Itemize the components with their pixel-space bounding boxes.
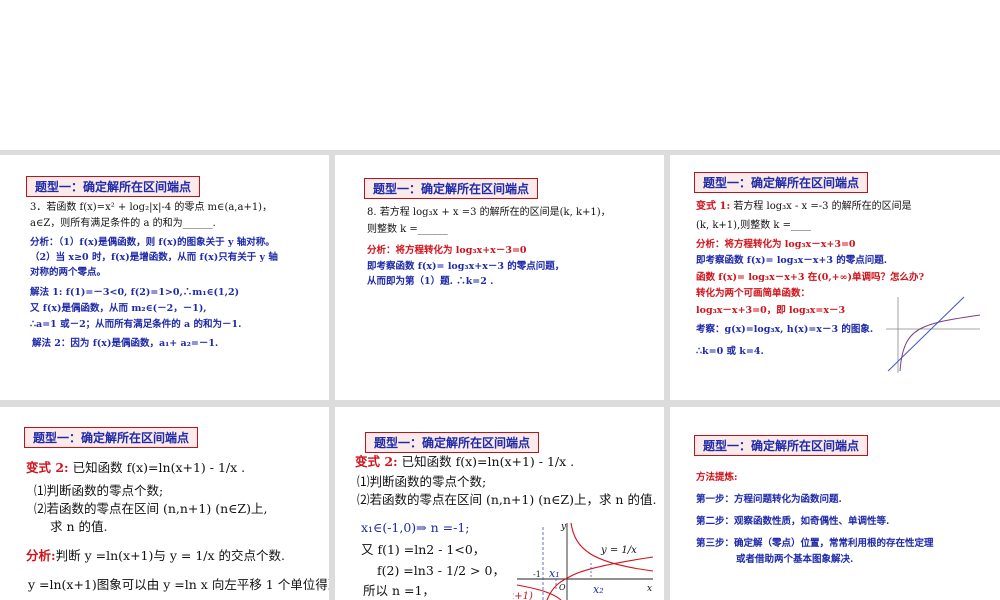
analysis-line-3: 从而即为第（1）题. ∴k=2 . (367, 276, 494, 287)
question-line-2: 则整数 k =______ (367, 224, 448, 235)
analysis-line-1: 分析：（1）f(x)是偶函数，则 f(x)的图象关于 y 轴对称。 (30, 237, 275, 248)
origin-label: O (559, 583, 566, 592)
slide-title: 题型一：确定解所在区间端点 (26, 176, 201, 197)
x1-label: x₁ (549, 567, 560, 580)
log-curve (899, 314, 981, 372)
slide-6[interactable]: 题型一：确定解所在区间端点 方法提炼: 第一步：方程问题转化为函数问题. 第二步… (670, 407, 1000, 600)
part-2: ⑵若函数的零点在区间 (n,n+1) (n∈Z)上，求 n 的值. (357, 492, 657, 507)
slide-title: 题型一：确定解所在区间端点 (365, 432, 540, 453)
part-1: ⑴判断函数的零点个数; (357, 474, 487, 489)
analysis-line-3: 函数 f(x)= log₃x－x+3 在(0,+∞)单调吗？怎么办? (696, 272, 925, 283)
answer: ∴k=0 或 k=4. (696, 346, 764, 357)
slide-3[interactable]: 题型一：确定解所在区间端点 变式 1: 若方程 log₃x - x =-3 的解… (670, 155, 1000, 400)
hyperbola-label: y = 1/x (600, 545, 637, 556)
slide-title: 题型一：确定解所在区间端点 (364, 178, 539, 199)
solution-1-line-1: 解法 1: f(1)=－3<0, f(2)=1>0,∴m₁∈(1,2) (30, 287, 240, 298)
method-heading: 方法提炼: (696, 472, 738, 483)
x-axis-label: x (647, 584, 652, 594)
slide-title: 题型一：确定解所在区间端点 (24, 427, 199, 448)
ln-hyperbola-graph: y x O -1 x₁ x₂ y = 1/x y=ln(x+1) (513, 522, 654, 600)
slide-title: 题型一：确定解所在区间端点 (694, 172, 869, 193)
question-line-1: 8. 若方程 log₃x + x =3 的解所在的区间是(k, k+1)， (367, 207, 611, 218)
y-axis-label: y (560, 522, 567, 532)
analysis-line-1: 分析：将方程转化为 log₃x+x－3=0 (367, 245, 527, 256)
step-3: 第三步：确定解（零点）位置，常常利用根的存在性定理 (696, 538, 934, 549)
step-3-cont: 或者借助两个基本图象解决. (736, 554, 854, 565)
slide-5[interactable]: 题型一：确定解所在区间端点 变式 2: 已知函数 f(x)=ln(x+1) - … (335, 407, 664, 600)
slide-2[interactable]: 题型一：确定解所在区间端点 8. 若方程 log₃x + x =3 的解所在的区… (335, 155, 664, 400)
analysis-line-5: log₃x－x+3=0，即 log₃x=x－3 (696, 305, 846, 316)
solution-1-line-2: 又 f(x)是偶函数，从而 m₂∈(－2，－1), (30, 303, 207, 314)
step-2: 第二步：观察函数性质，如奇偶性、单调性等. (696, 516, 890, 527)
variant-label: 变式 2: (355, 454, 398, 469)
solution-1-line-3: ∴a=1 或－2；从而所有满足条件的 a 的和为－1. (30, 319, 242, 330)
analysis-line-2: 即考察函数 f(x)= log₃x－x+3 的零点问题. (696, 255, 888, 266)
analysis-line-2: 即考察函数 f(x)= log₃x+x－3 的零点问题， (367, 261, 565, 272)
conclusion-1: x₁∈(-1,0)⇒ n =-1; (361, 520, 470, 535)
solution-2: 解法 2：因为 f(x)是偶函数，a₁+ a₂=－1. (32, 338, 219, 349)
analysis-text: 判断 y =ln(x+1)与 y = 1/x 的交点个数. (55, 548, 286, 563)
minus-one-label: -1 (533, 570, 541, 579)
question-line-1: 3．若函数 f(x)=x² + log₂|x|-4 的零点 m∈(a,a+1)， (30, 202, 273, 213)
variant-label: 变式 1: (696, 201, 731, 212)
question-line-1: 变式 1: 若方程 log₃x - x =-3 的解所在的区间是 (696, 200, 912, 214)
slide-4[interactable]: 题型一：确定解所在区间端点 变式 2: 已知函数 f(x)=ln(x+1) - … (0, 407, 329, 600)
analysis-line: 分析:判断 y =ln(x+1)与 y = 1/x 的交点个数. (26, 547, 285, 565)
slide-1[interactable]: 题型一：确定解所在区间端点 3．若函数 f(x)=x² + log₂|x|-4 … (0, 155, 329, 400)
slide-title: 题型一：确定解所在区间端点 (694, 435, 869, 456)
variant-text: 已知函数 f(x)=ln(x+1) - 1/x . (397, 454, 575, 469)
log-line-graph (886, 296, 981, 373)
analysis-line-3: 对称的两个零点。 (30, 267, 107, 278)
calc-3: 所以 n =1， (363, 583, 435, 598)
question-line-2: (k, k+1),则整数 k =____ (696, 220, 811, 231)
variant-text: 已知函数 f(x)=ln(x+1) - 1/x . (68, 460, 246, 475)
part-2-cont: 求 n 的值. (50, 519, 108, 534)
part-2: ⑵若函数的零点在区间 (n,n+1) (n∈Z)上, (34, 501, 268, 516)
straight-line (887, 296, 965, 372)
analysis-line-6: 考察：g(x)=log₃x, h(x)=x－3 的图象. (696, 324, 874, 335)
calc-2: f(2) =ln3 - 1/2 > 0， (377, 563, 505, 578)
part-1: ⑴判断函数的零点个数; (34, 483, 164, 498)
question-line-2: a∈Z，则所有满足条件的 a 的和为______. (30, 218, 216, 229)
calc-1: 又 f(1) =ln2 - 1<0， (361, 542, 486, 557)
analysis-label: 分析: (26, 548, 56, 563)
variant-label: 变式 2: (26, 460, 69, 475)
variant-line: 变式 2: 已知函数 f(x)=ln(x+1) - 1/x . (26, 459, 245, 477)
analysis-line-4: 转化为两个可画简单函数： (696, 288, 811, 299)
analysis-line-1: 分析：将方程转化为 log₃x－x+3=0 (696, 239, 856, 250)
question-text: 若方程 log₃x - x =-3 的解所在的区间是 (730, 201, 912, 212)
analysis-line-2: y =ln(x+1)图象可以由 y =ln x 向左平移 1 个单位得到. (28, 577, 329, 592)
blank-top-area (0, 0, 1000, 150)
step-1: 第一步：方程问题转化为函数问题. (696, 494, 842, 505)
x2-label: x₂ (593, 583, 604, 596)
variant-line: 变式 2: 已知函数 f(x)=ln(x+1) - 1/x . (355, 453, 574, 471)
analysis-line-2: （2）当 x≥0 时，f(x)是增函数，从而 f(x)只有关于 y 轴 (30, 252, 278, 263)
ln-label: y=ln(x+1) (513, 591, 533, 600)
